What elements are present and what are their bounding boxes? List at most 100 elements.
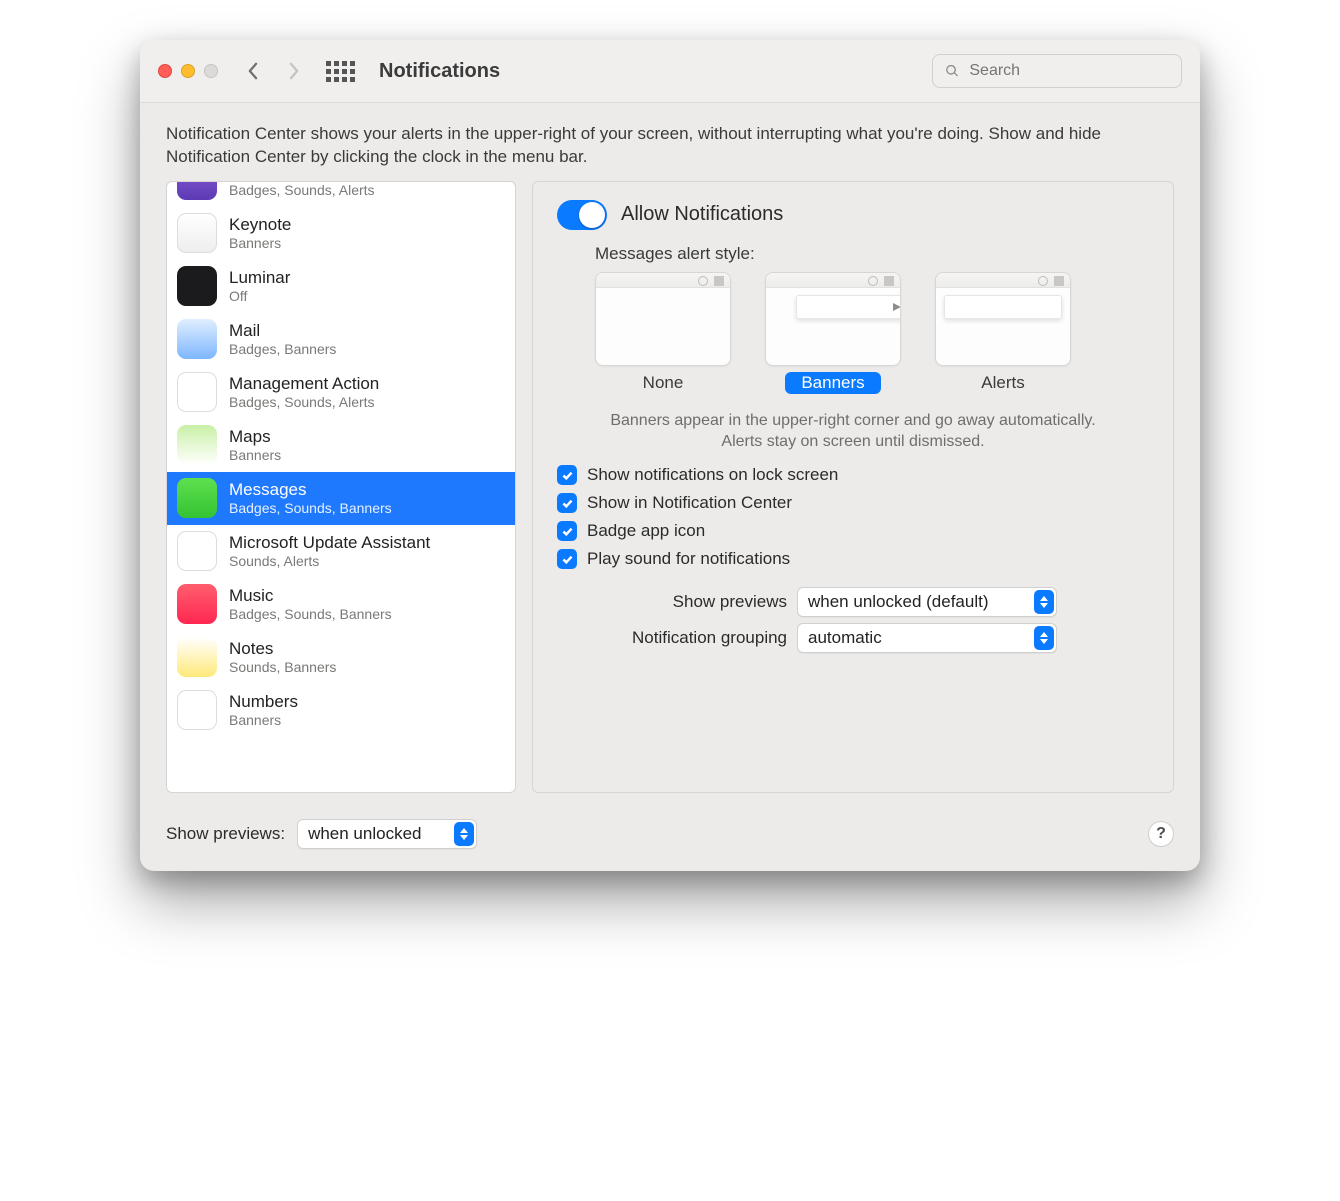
alert-style-banners-label: Banners <box>785 372 880 394</box>
alert-style-alerts[interactable]: Alerts <box>935 272 1071 394</box>
app-row[interactable]: Microsoft Update AssistantSounds, Alerts <box>167 525 515 578</box>
app-row[interactable]: MusicBadges, Sounds, Banners <box>167 578 515 631</box>
app-name: Messages <box>229 480 392 500</box>
app-sub: Banners <box>229 447 281 463</box>
pane-title: Notifications <box>379 60 500 83</box>
app-list[interactable]: (Kandji)Badges, Sounds, AlertsKeynoteBan… <box>166 181 516 793</box>
app-name: Luminar <box>229 268 290 288</box>
badge-label: Badge app icon <box>587 521 705 541</box>
system-preferences-window: Notifications Notification Center shows … <box>140 40 1200 871</box>
pane-description: Notification Center shows your alerts in… <box>140 103 1200 181</box>
app-icon <box>177 372 217 412</box>
alert-style-options: None Banners Alerts <box>595 272 1149 394</box>
app-icon <box>177 690 217 730</box>
alert-style-banners-preview <box>765 272 901 366</box>
app-sub: Banners <box>229 712 298 728</box>
nav-forward-button <box>280 57 308 85</box>
show-previews-value: when unlocked (default) <box>808 592 1026 612</box>
window-minimize-button[interactable] <box>181 64 195 78</box>
lock-screen-label: Show notifications on lock screen <box>587 465 838 485</box>
app-row[interactable]: MapsBanners <box>167 419 515 472</box>
app-name: Numbers <box>229 692 298 712</box>
app-icon <box>177 425 217 465</box>
app-name: Notes <box>229 639 336 659</box>
show-previews-select[interactable]: when unlocked (default) <box>797 587 1057 617</box>
app-row[interactable]: LuminarOff <box>167 260 515 313</box>
help-button[interactable]: ? <box>1148 821 1174 847</box>
app-name: Maps <box>229 427 281 447</box>
lock-screen-checkbox[interactable]: Show notifications on lock screen <box>557 465 1149 485</box>
app-row[interactable]: (Kandji)Badges, Sounds, Alerts <box>167 182 515 207</box>
sound-label: Play sound for notifications <box>587 549 790 569</box>
app-icon <box>177 266 217 306</box>
allow-notifications-label: Allow Notifications <box>621 203 783 226</box>
checkbox-icon <box>557 521 577 541</box>
app-sub: Badges, Sounds, Banners <box>229 500 392 516</box>
options-list: Show notifications on lock screen Show i… <box>557 465 1149 569</box>
notification-center-label: Show in Notification Center <box>587 493 792 513</box>
app-row[interactable]: KeynoteBanners <box>167 207 515 260</box>
traffic-lights <box>158 64 218 78</box>
window-zoom-button <box>204 64 218 78</box>
grouping-label: Notification grouping <box>557 628 787 648</box>
window-close-button[interactable] <box>158 64 172 78</box>
app-icon <box>177 478 217 518</box>
alert-style-alerts-preview <box>935 272 1071 366</box>
alert-style-banners[interactable]: Banners <box>765 272 901 394</box>
app-name: Management Action <box>229 374 379 394</box>
app-name: Music <box>229 586 392 606</box>
app-name: Keynote <box>229 215 291 235</box>
show-previews-label: Show previews <box>557 592 787 612</box>
app-sub: Sounds, Banners <box>229 659 336 675</box>
app-row[interactable]: Management ActionBadges, Sounds, Alerts <box>167 366 515 419</box>
show-all-prefs-button[interactable] <box>326 61 355 82</box>
alert-style-none[interactable]: None <box>595 272 731 394</box>
allow-notifications-switch[interactable] <box>557 200 607 230</box>
checkbox-icon <box>557 465 577 485</box>
app-name: Microsoft Update Assistant <box>229 533 430 553</box>
notification-center-checkbox[interactable]: Show in Notification Center <box>557 493 1149 513</box>
app-row[interactable]: MessagesBadges, Sounds, Banners <box>167 472 515 525</box>
alert-style-alerts-label: Alerts <box>965 372 1040 394</box>
titlebar: Notifications <box>140 40 1200 103</box>
select-group: Show previews when unlocked (default) No… <box>557 587 1149 653</box>
app-sub: Badges, Sounds, Alerts <box>229 394 379 410</box>
checkbox-icon <box>557 493 577 513</box>
app-row[interactable]: NotesSounds, Banners <box>167 631 515 684</box>
app-sub: Off <box>229 288 290 304</box>
content-area: (Kandji)Badges, Sounds, AlertsKeynoteBan… <box>140 181 1200 809</box>
footer-show-previews-label: Show previews: <box>166 824 285 844</box>
alert-style-heading: Messages alert style: <box>595 244 1149 264</box>
search-input[interactable] <box>967 61 1169 81</box>
app-row[interactable]: MailBadges, Banners <box>167 313 515 366</box>
sound-checkbox[interactable]: Play sound for notifications <box>557 549 1149 569</box>
app-icon <box>177 213 217 253</box>
app-name: Mail <box>229 321 336 341</box>
app-icon <box>177 637 217 677</box>
app-sub: Badges, Sounds, Banners <box>229 606 392 622</box>
app-sub: Badges, Sounds, Alerts <box>229 182 375 198</box>
search-field[interactable] <box>932 54 1182 88</box>
app-sub: Banners <box>229 235 291 251</box>
chevron-up-down-icon <box>454 822 474 846</box>
detail-panel: Allow Notifications Messages alert style… <box>532 181 1174 793</box>
search-icon <box>945 63 959 79</box>
app-row[interactable]: NumbersBanners <box>167 684 515 737</box>
app-icon <box>177 584 217 624</box>
footer: Show previews: when unlocked ? <box>140 809 1200 871</box>
checkbox-icon <box>557 549 577 569</box>
footer-show-previews-value: when unlocked <box>308 824 446 844</box>
alert-style-description: Banners appear in the upper-right corner… <box>595 410 1111 453</box>
app-icon <box>177 182 217 200</box>
chevron-up-down-icon <box>1034 590 1054 614</box>
nav-back-button[interactable] <box>238 57 266 85</box>
alert-style-none-preview <box>595 272 731 366</box>
grouping-value: automatic <box>808 628 1026 648</box>
app-sub: Badges, Banners <box>229 341 336 357</box>
app-sub: Sounds, Alerts <box>229 553 430 569</box>
app-icon <box>177 319 217 359</box>
chevron-up-down-icon <box>1034 626 1054 650</box>
grouping-select[interactable]: automatic <box>797 623 1057 653</box>
footer-show-previews-select[interactable]: when unlocked <box>297 819 477 849</box>
badge-checkbox[interactable]: Badge app icon <box>557 521 1149 541</box>
